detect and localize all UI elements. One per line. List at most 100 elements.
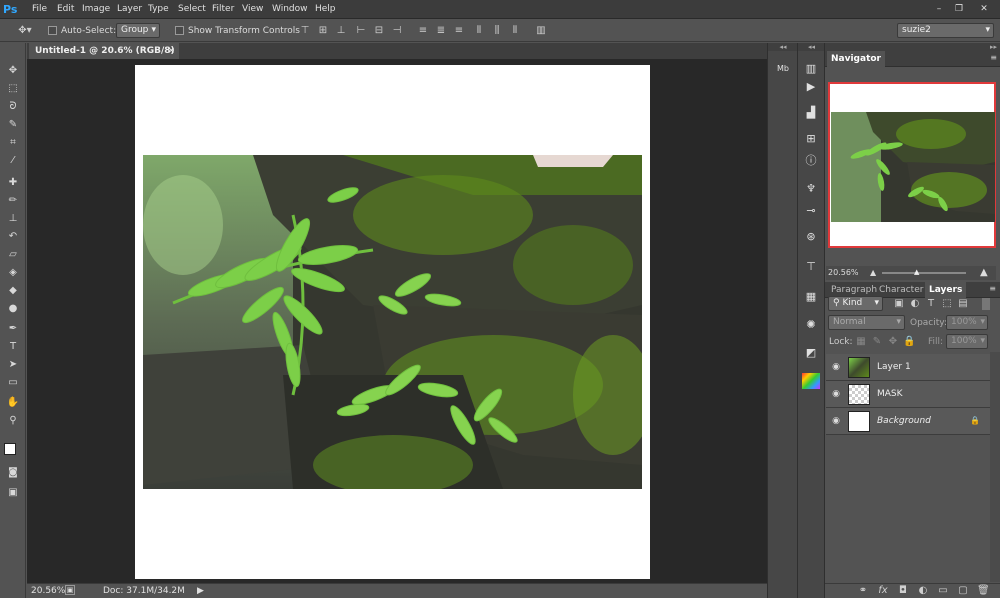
lock-all-icon[interactable]: 🔒 — [903, 336, 915, 348]
status-zoom[interactable]: 20.56% — [31, 584, 65, 598]
marquee-tool-icon[interactable]: ⬚ — [4, 81, 22, 97]
visibility-eye-icon[interactable]: ◉ — [830, 361, 842, 373]
auto-align-icon[interactable]: ▥ — [535, 25, 547, 37]
status-menu-arrow-icon[interactable]: ▶ — [197, 584, 204, 598]
clone-source-icon[interactable]: ⊛ — [802, 229, 820, 245]
restore-button[interactable]: ❐ — [950, 2, 968, 16]
menu-help[interactable]: Help — [315, 3, 336, 16]
history-icon[interactable]: ▥ — [802, 61, 820, 77]
zoom-out-icon[interactable]: ▲ — [870, 267, 876, 279]
rectangle-tool-icon[interactable]: ▭ — [4, 375, 22, 391]
healing-brush-tool-icon[interactable]: ✚ — [4, 175, 22, 191]
align-hcenter-icon[interactable]: ⊟ — [373, 25, 385, 37]
menu-view[interactable]: View — [242, 3, 263, 16]
eyedropper-tool-icon[interactable]: ⁄ — [4, 153, 22, 169]
move-tool-preset-icon[interactable]: ✥▾ — [14, 25, 36, 37]
hand-tool-icon[interactable]: ✋ — [4, 395, 22, 411]
mini-bridge-icon[interactable]: Mb — [774, 61, 792, 77]
menu-file[interactable]: File — [32, 3, 47, 16]
screen-mode-icon[interactable]: ▣ — [4, 485, 22, 501]
distribute-left-icon[interactable]: ⫴ — [473, 25, 485, 37]
swatches-icon[interactable]: ▦ — [802, 289, 820, 305]
move-tool-icon[interactable]: ✥ — [4, 63, 22, 79]
path-selection-tool-icon[interactable]: ➤ — [4, 357, 22, 373]
fx-icon[interactable]: fx — [877, 585, 889, 597]
blend-mode-dropdown[interactable]: Normal ▾ — [828, 315, 905, 330]
distribute-vcenter-icon[interactable]: ≣ — [435, 25, 447, 37]
add-mask-icon[interactable]: ◘ — [897, 585, 909, 597]
info-icon[interactable]: ⓘ — [802, 153, 820, 169]
filter-toggle[interactable] — [982, 298, 990, 310]
menu-window[interactable]: Window — [272, 3, 308, 16]
zoom-slider-track[interactable] — [882, 272, 966, 274]
visibility-eye-icon[interactable]: ◉ — [830, 388, 842, 400]
tab-character[interactable]: Character — [875, 282, 927, 298]
info-panel-icon[interactable]: ⊞ — [802, 131, 820, 147]
lock-position-icon[interactable]: ✥ — [887, 336, 899, 348]
actions-icon[interactable]: ▶ — [802, 79, 820, 95]
foreground-color-swatch[interactable] — [4, 443, 16, 455]
filter-shape-icon[interactable]: ⬚ — [941, 298, 953, 310]
visibility-eye-icon[interactable]: ◉ — [830, 415, 842, 427]
filter-smart-object-icon[interactable]: ▤ — [957, 298, 969, 310]
quick-mask-icon[interactable]: ◙ — [4, 465, 22, 481]
quick-select-tool-icon[interactable]: ✎ — [4, 117, 22, 133]
fill-input[interactable]: 100% ▾ — [946, 334, 988, 349]
layers-scrollbar[interactable] — [990, 352, 1000, 582]
lasso-tool-icon[interactable]: ᘐ — [4, 99, 22, 115]
show-transform-checkbox[interactable] — [175, 26, 184, 35]
align-right-icon[interactable]: ⊣ — [391, 25, 403, 37]
history-brush-tool-icon[interactable]: ↶ — [4, 229, 22, 245]
clone-stamp-tool-icon[interactable]: ⊥ — [4, 211, 22, 227]
minimize-button[interactable]: – — [930, 2, 948, 16]
distribute-bottom-icon[interactable]: ≡ — [453, 25, 465, 37]
zoom-slider-handle[interactable]: ▲ — [914, 268, 919, 276]
align-vcenter-icon[interactable]: ⊞ — [317, 25, 329, 37]
layer-row-mask[interactable]: ◉ MASK — [826, 381, 990, 408]
filter-pixel-icon[interactable]: ▣ — [893, 298, 905, 310]
layer-row-background[interactable]: ◉ Background 🔒 — [826, 408, 990, 435]
new-group-icon[interactable]: ▭ — [937, 585, 949, 597]
delete-layer-icon[interactable]: 🗑 — [977, 585, 990, 597]
color-panel-icon[interactable] — [802, 373, 820, 389]
close-button[interactable]: ✕ — [975, 2, 993, 16]
crop-tool-icon[interactable]: ⌗ — [4, 135, 22, 151]
brush-tool-icon[interactable]: ✏ — [4, 193, 22, 209]
panel-menu-icon[interactable]: ≡ — [989, 284, 996, 293]
auto-select-checkbox[interactable] — [48, 26, 57, 35]
menu-type[interactable]: Type — [148, 3, 169, 16]
opacity-input[interactable]: 100% ▾ — [946, 315, 988, 330]
distribute-hcenter-icon[interactable]: ⫼ — [491, 25, 503, 37]
paint-bucket-tool-icon[interactable]: ◈ — [4, 265, 22, 281]
pen-tool-icon[interactable]: ✒ — [4, 321, 22, 337]
layer-filter-kind-dropdown[interactable]: ⚲ Kind ▾ — [828, 296, 883, 311]
document-tab[interactable]: Untitled-1 @ 20.6% (RGB/8) * × — [29, 43, 179, 72]
tab-layers[interactable]: Layers — [925, 282, 967, 298]
zoom-in-icon[interactable]: ▲ — [980, 267, 988, 279]
menu-select[interactable]: Select — [178, 3, 206, 16]
workspace-dropdown[interactable]: suzie2 ▾ — [897, 23, 994, 38]
histogram-icon[interactable]: ▟ — [802, 105, 820, 121]
link-layers-icon[interactable]: ⚭ — [857, 585, 869, 597]
styles-icon[interactable]: ✺ — [802, 317, 820, 333]
new-adjustment-icon[interactable]: ◐ — [917, 585, 929, 597]
type-tool-icon[interactable]: T — [4, 339, 22, 355]
distribute-top-icon[interactable]: ≡ — [417, 25, 429, 37]
new-layer-icon[interactable]: ▢ — [957, 585, 969, 597]
filter-adjustment-icon[interactable]: ◐ — [909, 298, 921, 310]
layer-row-layer-1[interactable]: ◉ Layer 1 — [826, 354, 990, 381]
brush-panel-icon[interactable]: ⊸ — [802, 203, 820, 219]
distribute-right-icon[interactable]: ⫴ — [509, 25, 521, 37]
collapse-icon[interactable]: ▸▸ — [825, 43, 1000, 51]
menu-filter[interactable]: Filter — [212, 3, 234, 16]
collapse-icon[interactable]: ◂◂ — [798, 43, 825, 51]
eraser-tool-icon[interactable]: ▱ — [4, 247, 22, 263]
menu-edit[interactable]: Edit — [57, 3, 74, 16]
lock-transparent-icon[interactable]: ▦ — [855, 336, 867, 348]
filter-type-icon[interactable]: T — [925, 298, 937, 310]
proof-icon[interactable]: ▣ — [65, 585, 75, 595]
zoom-tool-icon[interactable]: ⚲ — [4, 413, 22, 429]
tool-presets-icon[interactable]: ⊤ — [802, 259, 820, 275]
brush-presets-icon[interactable]: ♆ — [802, 181, 820, 197]
blur-tool-icon[interactable]: ◆ — [4, 283, 22, 299]
